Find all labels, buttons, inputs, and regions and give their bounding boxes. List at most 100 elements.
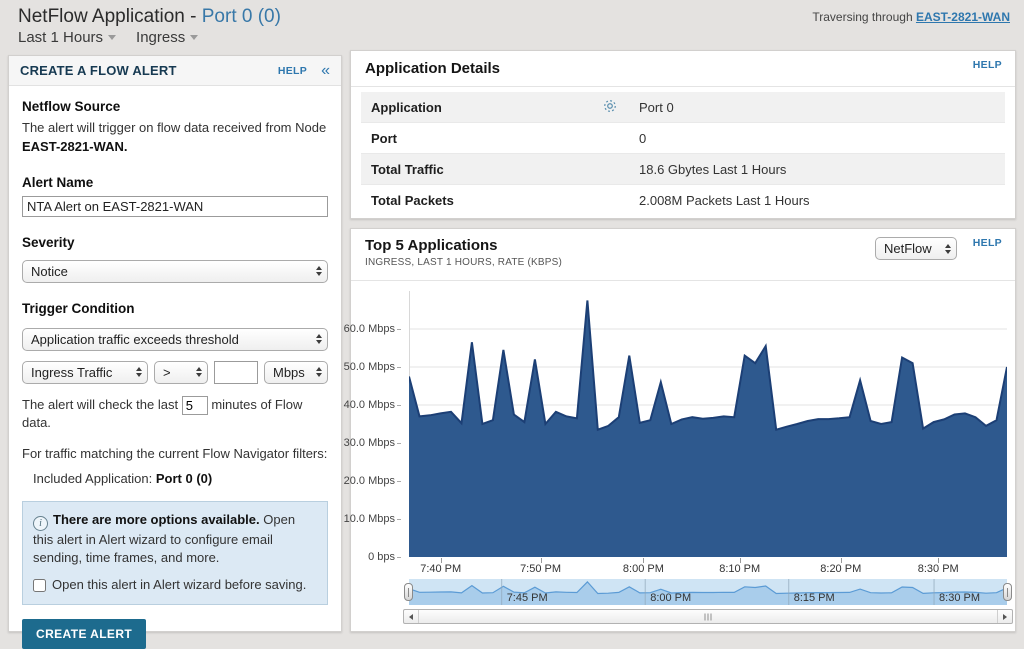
application-details-help-link[interactable]: HELP [973,59,1002,71]
y-axis-label: 20.0 Mbps [344,475,395,487]
chart-y-axis: 60.0 Mbps50.0 Mbps40.0 Mbps30.0 Mbps20.0… [351,291,403,557]
metric-select[interactable]: Ingress Traffic [22,361,148,384]
x-axis-label: 8:10 PM [719,563,760,575]
x-axis-label: 8:00 PM [623,563,664,575]
traversing-node-link[interactable]: EAST-2821-WAN [916,10,1010,24]
scrubber-time-label: 8:30 PM [939,592,980,604]
x-axis-label: 7:50 PM [520,563,561,575]
traversing-info: Traversing through EAST-2821-WAN [812,10,1010,24]
trigger-condition-select[interactable]: Application traffic exceeds threshold [22,328,328,351]
scroll-left-arrow[interactable] [404,610,419,623]
scrubber-right-handle[interactable] [1003,583,1012,601]
y-axis-tick [397,405,401,406]
threshold-input[interactable] [214,361,258,384]
check-interval-line: The alert will check the last minutes of… [22,396,328,430]
y-axis-label: 10.0 Mbps [344,513,395,525]
application-details-title: Application Details [365,60,500,77]
included-application-line: Included Application: Port 0 (0) [22,471,328,486]
page-title-text: NetFlow Application - [18,6,196,27]
direction-value: Ingress [136,29,185,46]
select-arrows-icon [316,266,322,276]
create-alert-button[interactable]: CREATE ALERT [22,619,146,649]
x-axis-label: 8:30 PM [918,563,959,575]
top-applications-help-link[interactable]: HELP [973,237,1002,249]
row-value: Port 0 [639,100,674,115]
chart-scrollbar[interactable] [403,609,1013,624]
gear-icon[interactable] [603,99,639,116]
operator-select[interactable]: > [154,361,208,384]
y-axis-tick [397,443,401,444]
y-axis-label: 30.0 Mbps [344,437,395,449]
netflow-source-text: The alert will trigger on flow data rece… [22,119,328,157]
page-title-link[interactable]: Port 0 (0) [202,6,281,27]
time-range-value: Last 1 Hours [18,29,103,46]
scroll-right-arrow[interactable] [997,610,1012,623]
included-label: Included Application: [33,471,152,486]
flow-source-select-value: NetFlow [884,241,932,256]
flow-alert-help-link[interactable]: HELP [278,65,307,77]
open-wizard-checkbox-label: Open this alert in Alert wizard before s… [52,576,306,594]
row-label: Port [361,131,603,146]
info-box-lead: There are more options available. [53,512,260,527]
alert-name-input[interactable] [22,196,328,217]
row-value: 18.6 Gbytes Last 1 Hours [639,162,786,177]
severity-select-value: Notice [31,264,68,279]
page-title: NetFlow Application - Port 0 (0) [18,6,281,28]
row-value: 0 [639,131,646,146]
open-wizard-checkbox[interactable] [33,579,46,592]
table-row: Total Traffic 18.6 Gbytes Last 1 Hours [361,154,1005,185]
y-axis-tick [397,329,401,330]
x-axis-label: 7:40 PM [420,563,461,575]
select-arrows-icon [316,367,322,377]
trigger-condition-value: Application traffic exceeds threshold [31,332,239,347]
severity-select[interactable]: Notice [22,260,328,283]
alert-name-heading: Alert Name [22,175,328,190]
scrubber-time-label: 7:45 PM [507,592,548,604]
y-axis-label: 60.0 Mbps [344,323,395,335]
scrubber-time-label: 8:15 PM [794,592,835,604]
unit-select-value: Mbps [273,365,305,380]
unit-select[interactable]: Mbps [264,361,328,384]
y-axis-label: 0 bps [368,551,395,563]
top-applications-panel: Top 5 Applications INGRESS, LAST 1 HOURS… [350,228,1016,632]
y-axis-tick [397,557,401,558]
time-range-scrubber[interactable]: 7:45 PM 8:00 PM 8:15 PM 8:30 PM [409,579,1007,605]
scrubber-time-label: 8:00 PM [650,592,691,604]
y-axis-tick [397,481,401,482]
info-box: i There are more options available. Open … [22,501,328,606]
collapse-panel-icon[interactable]: « [321,63,330,79]
traversing-label: Traversing through [812,10,912,24]
table-row: Port 0 [361,123,1005,154]
row-label: Application [361,100,603,115]
chevron-down-icon [190,35,198,40]
select-arrows-icon [316,334,322,344]
info-icon: i [33,516,48,531]
flow-source-select[interactable]: NetFlow [875,237,957,260]
select-arrows-icon [196,367,202,377]
trigger-condition-heading: Trigger Condition [22,301,328,316]
traffic-area-chart [409,291,1007,557]
check-minutes-input[interactable] [182,396,208,415]
netflow-source-node: EAST-2821-WAN. [22,139,127,154]
operator-select-value: > [163,365,171,380]
application-details-panel: Application Details HELP Application Por… [350,50,1016,219]
y-axis-label: 40.0 Mbps [344,399,395,411]
scrubber-left-handle[interactable] [404,583,413,601]
x-axis-label: 8:20 PM [820,563,861,575]
row-label: Total Packets [361,193,603,208]
included-value: Port 0 (0) [156,471,212,486]
flow-alert-panel: CREATE A FLOW ALERT HELP « Netflow Sourc… [8,55,342,632]
chevron-down-icon [108,35,116,40]
scrollbar-grip[interactable] [705,613,712,620]
row-value: 2.008M Packets Last 1 Hours [639,193,810,208]
select-arrows-icon [136,367,142,377]
netflow-source-heading: Netflow Source [22,99,328,114]
flow-alert-panel-header: CREATE A FLOW ALERT HELP « [9,56,341,86]
time-range-dropdown[interactable]: Last 1 Hours [18,29,116,46]
chart-x-axis: 7:40 PM 7:50 PM 8:00 PM 8:10 PM 8:20 PM 8:30 … [409,559,1007,577]
table-row: Total Packets 2.008M Packets Last 1 Hour… [361,185,1005,216]
y-axis-label: 50.0 Mbps [344,361,395,373]
details-table: Application Port 0 Port 0 Total Traffic … [361,92,1005,216]
table-row: Application Port 0 [361,92,1005,123]
direction-dropdown[interactable]: Ingress [136,29,198,46]
